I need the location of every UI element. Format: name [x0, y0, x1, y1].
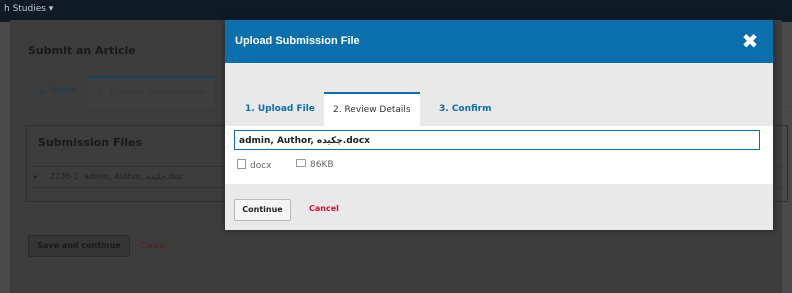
upload-modal: Upload Submission File ✖ 1. Upload File …	[225, 20, 773, 230]
tab-upload-submission[interactable]: 2. Upload Submission	[88, 76, 214, 108]
file-name-link[interactable]: admin, Author, جکیده.doc	[84, 172, 183, 181]
site-context-menu[interactable]: h Studies ▾	[4, 4, 53, 14]
submission-files-title: Submission Files	[38, 136, 143, 149]
save-and-continue-button[interactable]: Save and continue	[28, 235, 130, 257]
file-name-input[interactable]: admin, Author, چکیده.docx	[234, 130, 760, 150]
tab-upload-file[interactable]: 1. Upload File	[245, 93, 315, 126]
modal-body: admin, Author, چکیده.docx docx 86KB	[225, 126, 773, 184]
file-type-label: docx	[250, 161, 272, 171]
expand-icon[interactable]: ▸	[34, 172, 38, 181]
file-size: 86KB	[296, 159, 334, 170]
modal-header: Upload Submission File ✖	[225, 20, 773, 63]
continue-button[interactable]: Continue	[234, 199, 291, 221]
background-cancel-link[interactable]: Cancel	[140, 241, 167, 250]
close-icon[interactable]: ✖	[739, 30, 761, 52]
tab-confirm[interactable]: 3. Confirm	[439, 93, 492, 126]
modal-tabs: 1. Upload File 2. Review Details 3. Conf…	[225, 63, 773, 128]
page-title: Submit an Article	[28, 44, 136, 57]
top-nav-bar: h Studies ▾	[0, 0, 792, 22]
file-size-label: 86KB	[310, 160, 334, 170]
tab-start[interactable]: 1. Start	[38, 76, 76, 106]
tab-review-details[interactable]: 2. Review Details	[324, 92, 420, 128]
disk-icon	[296, 159, 306, 167]
document-icon	[237, 159, 246, 169]
modal-title: Upload Submission File	[235, 35, 360, 47]
file-id: 2235-1	[50, 172, 79, 181]
cancel-link[interactable]: Cancel	[309, 204, 339, 213]
file-type: docx	[237, 159, 272, 171]
modal-footer: Continue Cancel	[225, 184, 773, 230]
